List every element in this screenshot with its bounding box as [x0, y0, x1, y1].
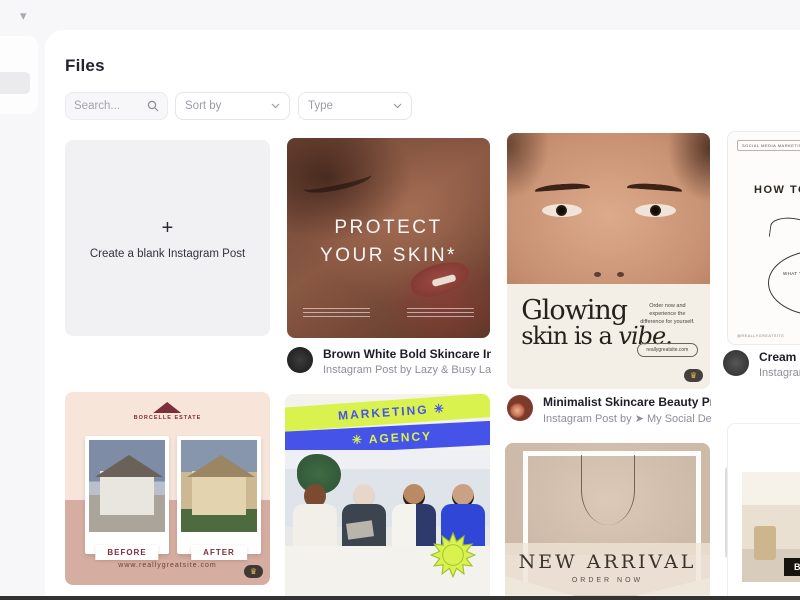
- avatar: [507, 395, 533, 421]
- brand-logo: BORCELLE ESTATE: [134, 402, 202, 421]
- sort-by-dropdown[interactable]: Sort by: [175, 92, 290, 120]
- person-shape: [293, 484, 337, 546]
- create-blank-label: Create a blank Instagram Post: [90, 248, 245, 260]
- template-card-glowing-skin[interactable]: Glowing skin is a vibe. Order now and ex…: [507, 133, 710, 389]
- template-title: Minimalist Skincare Beauty Produc...: [543, 395, 711, 409]
- eyebrow-left-shape: [535, 182, 590, 196]
- brand-name: BORCELLE ESTATE: [134, 415, 202, 421]
- design-text-band: NEW ARRIVAL ORDER NOW: [505, 543, 710, 595]
- house-roof-icon: [153, 402, 181, 413]
- house-photo-after: [181, 440, 257, 532]
- template-card-new-arrival[interactable]: NEW ARRIVAL ORDER NOW: [505, 443, 710, 600]
- avatar: [287, 347, 313, 373]
- after-label: AFTER: [191, 545, 247, 560]
- chevron-down-icon[interactable]: ▾: [20, 8, 27, 24]
- template-byline: Instagram Post by ➤ My Social Designer: [543, 412, 711, 425]
- template-meta-protect[interactable]: Brown White Bold Skincare Instagr... Ins…: [287, 347, 491, 376]
- chevron-down-icon: [393, 100, 402, 112]
- before-label: BEFORE: [784, 558, 800, 576]
- left-sidebar-thumbnail: [0, 72, 30, 94]
- type-dropdown[interactable]: Type: [298, 92, 412, 120]
- template-meta-glowing[interactable]: Minimalist Skincare Beauty Produc... Ins…: [507, 395, 711, 425]
- eye-left-shape: [542, 204, 583, 217]
- template-meta-howto[interactable]: Cream Mi Instagram P: [723, 350, 800, 379]
- template-card-how-to[interactable]: SOCIAL MEDIA MARKETING HOW TO WHAT YOU L…: [727, 131, 800, 345]
- design-headline: PROTECT YOUR SKIN*: [287, 214, 490, 269]
- nostrils-shape: [594, 272, 624, 278]
- house-photo-before: [89, 440, 165, 532]
- necklace-shape: [581, 455, 635, 525]
- chevron-down-icon: [271, 100, 280, 112]
- design-subheadline: ORDER NOW: [505, 577, 710, 584]
- before-label: BEFORE: [95, 545, 158, 560]
- template-title: Cream Mi: [759, 350, 800, 364]
- bottom-edge-bar: [0, 596, 800, 600]
- template-byline: Instagram P: [759, 367, 800, 379]
- pro-crown-badge: ♛: [684, 369, 703, 382]
- plus-icon: +: [162, 217, 174, 240]
- template-card-marketing-agency[interactable]: MARKETING ✳ ✳ AGENCY ABOUT US: [285, 394, 490, 600]
- eye-right-shape: [635, 204, 676, 217]
- design-website-text: www.reallygreatsite.com: [65, 562, 270, 569]
- template-card-protect-skin[interactable]: PROTECT YOUR SKIN*: [287, 138, 490, 338]
- before-photo-frame: BEFORE: [85, 436, 169, 554]
- type-label: Type: [308, 100, 333, 112]
- design-side-text: Order now and experience the difference …: [637, 302, 698, 327]
- after-photo-frame: AFTER: [177, 436, 261, 554]
- search-input[interactable]: [74, 100, 147, 112]
- template-title: Brown White Bold Skincare Instagr...: [323, 347, 491, 361]
- create-blank-card[interactable]: + Create a blank Instagram Post: [65, 140, 270, 336]
- diagram-circle-shape: WHAT YOU LOVE TO DO: [768, 250, 800, 316]
- search-box[interactable]: [65, 92, 168, 120]
- house-shape: [100, 471, 155, 515]
- sort-by-label: Sort by: [185, 100, 221, 112]
- canva-files-screen: ▾ Files Sort by Type + Create a blank In…: [0, 0, 800, 600]
- fine-print-left: [303, 308, 370, 320]
- diagram-arc-shape: [769, 215, 800, 243]
- design-corner-label: SOCIAL MEDIA MARKETING: [737, 140, 800, 151]
- design-headline: NEW ARRIVAL: [505, 551, 710, 573]
- page-title: Files: [65, 56, 105, 76]
- box-shape: [754, 526, 776, 560]
- design-footer-label: @REALLYGREATSITE: [737, 334, 784, 338]
- eyebrow-right-shape: [627, 182, 682, 196]
- photo-eyebrow-shape: [302, 167, 373, 197]
- diagram-circle-text: WHAT YOU LOVE TO DO: [783, 271, 800, 278]
- template-card-real-estate[interactable]: BORCELLE ESTATE BEFORE AFTER www.reallyg…: [65, 392, 270, 585]
- person-shape: [392, 484, 436, 546]
- fine-print-right: [407, 308, 474, 320]
- template-byline: Instagram Post by Lazy & Busy Lab: [323, 364, 491, 376]
- design-heading: HOW TO: [754, 184, 800, 196]
- search-icon: [147, 100, 159, 112]
- template-card-interior-before[interactable]: BEFORE www.: [727, 423, 800, 600]
- house-shape: [192, 471, 247, 515]
- files-panel: Files Sort by Type + Create a blank Inst…: [45, 30, 800, 600]
- pro-crown-badge: ♛: [244, 565, 263, 578]
- starburst-icon: [430, 532, 476, 578]
- design-website-pill: reallygreatsite.com: [637, 343, 698, 357]
- interior-photo: BEFORE: [742, 472, 800, 582]
- avatar: [723, 350, 749, 376]
- face-photo: [507, 133, 710, 284]
